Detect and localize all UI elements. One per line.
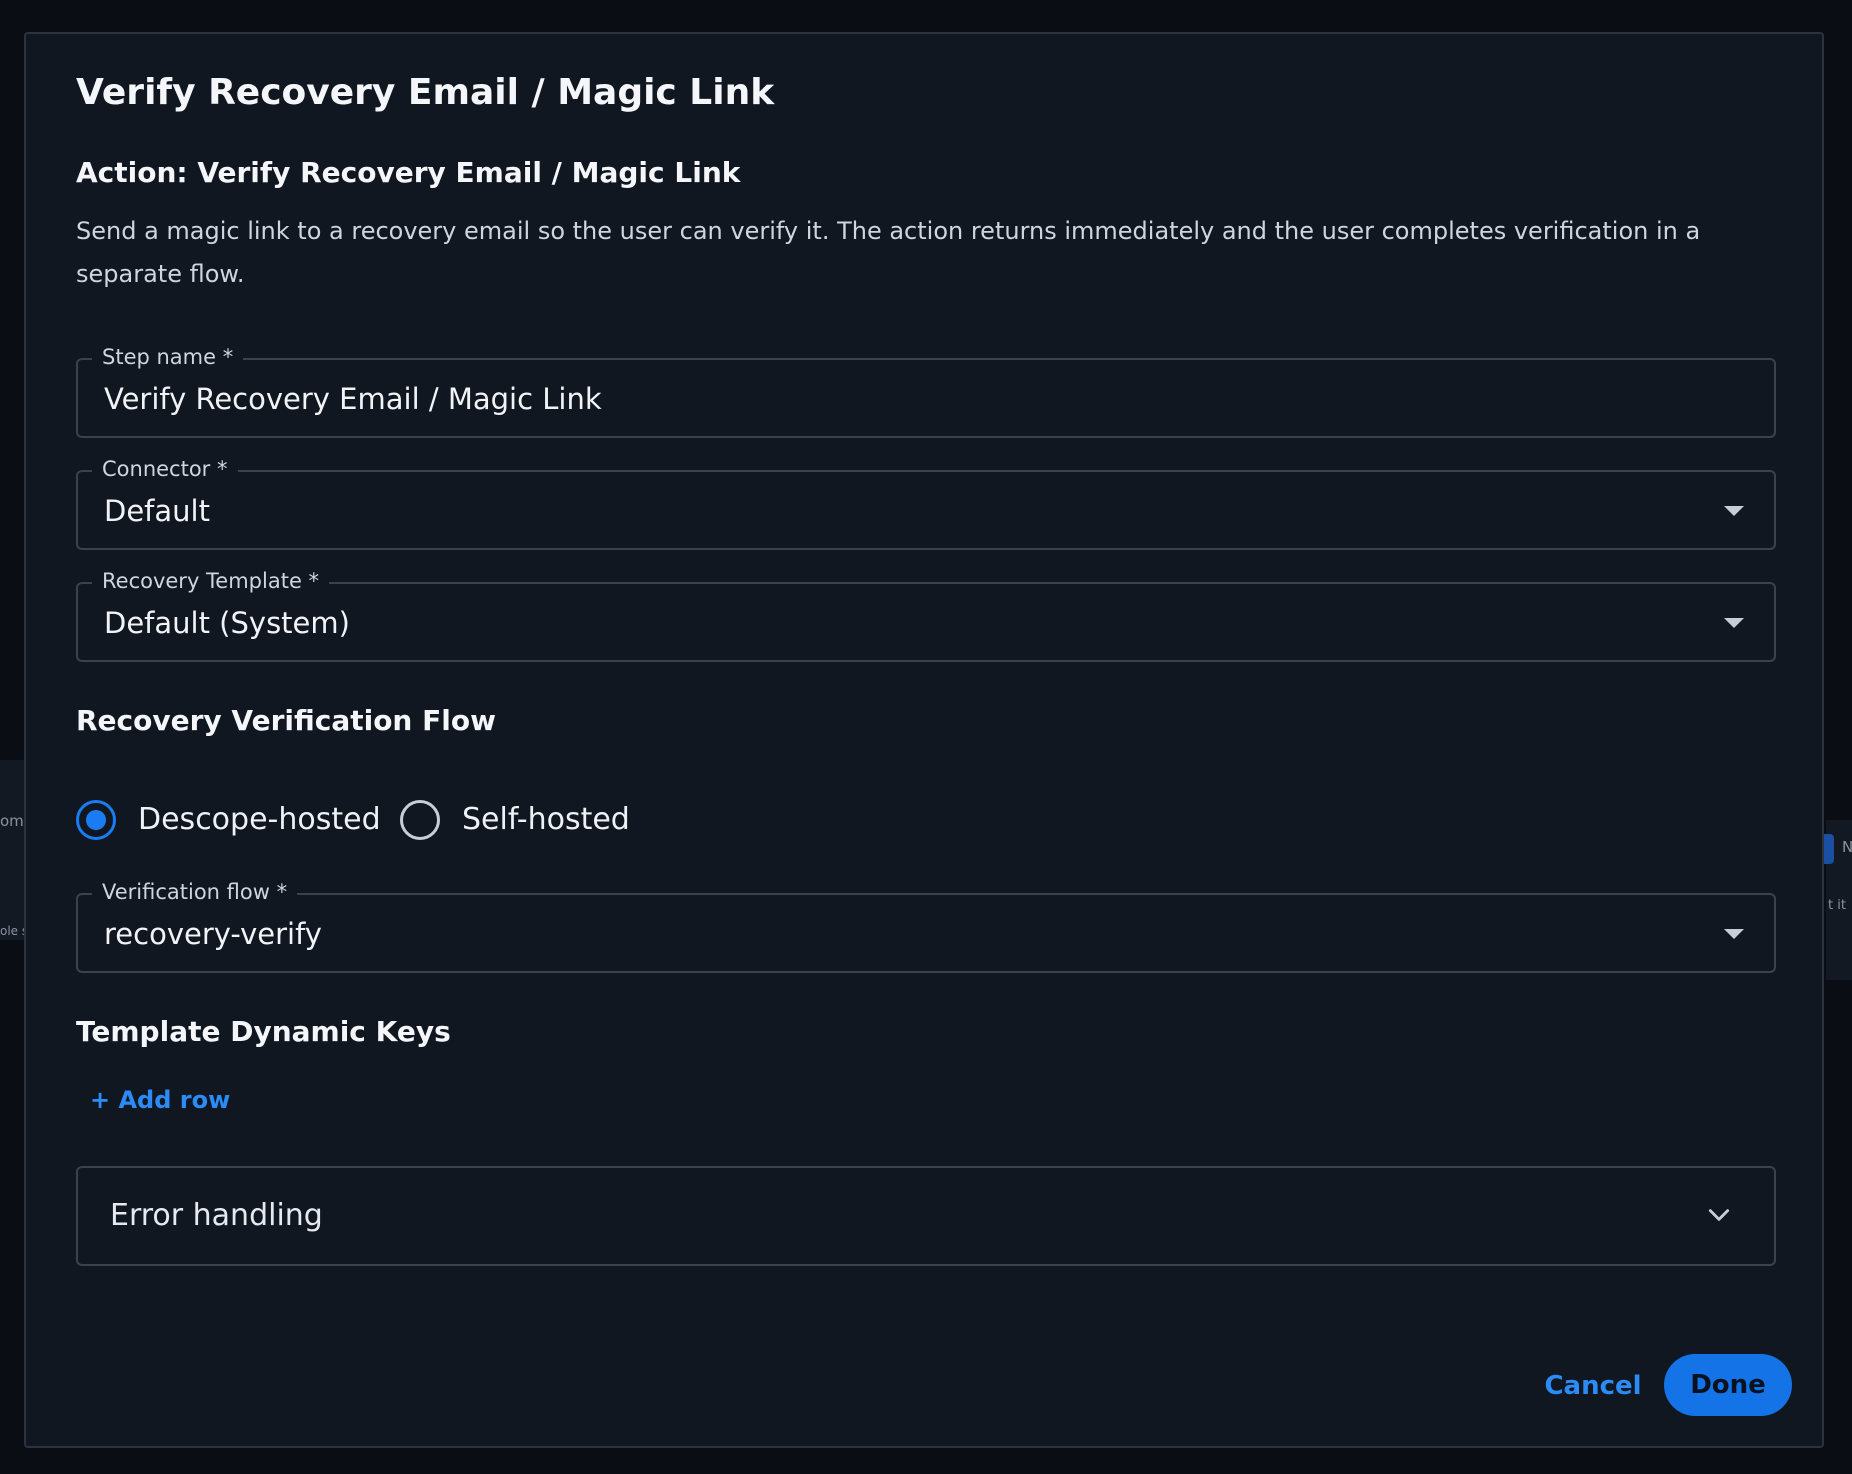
add-row-button[interactable]: + Add row [90, 1086, 230, 1114]
error-handling-accordion[interactable]: Error handling [76, 1166, 1776, 1266]
caret-down-icon[interactable] [1724, 929, 1744, 939]
radio-self-hosted-label[interactable]: Self-hosted [462, 800, 630, 840]
caret-down-icon[interactable] [1724, 506, 1744, 516]
step-name-label: Step name * [92, 340, 244, 374]
connector-select[interactable]: Connector * Default [76, 452, 1776, 550]
action-description: Send a magic link to a recovery email so… [76, 217, 1701, 288]
step-config-modal: Verify Recovery Email / Magic Link Actio… [24, 32, 1824, 1448]
dynamic-keys-title: Template Dynamic Keys [76, 1015, 451, 1048]
background-panel-left [0, 760, 24, 940]
radio-dot-icon [86, 810, 106, 830]
background-text: t it [1828, 898, 1846, 913]
background-text: N [1842, 838, 1852, 856]
step-name-field[interactable]: Step name * Verify Recovery Email / Magi… [76, 340, 1776, 438]
step-name-input[interactable]: Verify Recovery Email / Magic Link [104, 380, 602, 418]
recovery-template-value: Default (System) [104, 606, 350, 640]
radio-descope-hosted-label[interactable]: Descope-hosted [138, 800, 381, 840]
error-handling-label: Error handling [110, 1198, 323, 1233]
modal-title: Verify Recovery Email / Magic Link [76, 72, 775, 113]
connector-label: Connector * [92, 452, 238, 486]
recovery-template-label: Recovery Template * [92, 564, 330, 598]
verification-flow-select[interactable]: Verification flow * recovery-verify [76, 875, 1776, 973]
recovery-flow-title: Recovery Verification Flow [76, 704, 496, 737]
verification-flow-label: Verification flow * [92, 875, 298, 909]
done-button[interactable]: Done [1664, 1354, 1792, 1416]
connector-value: Default [104, 494, 210, 528]
action-title: Action: Verify Recovery Email / Magic Li… [76, 156, 741, 189]
radio-descope-hosted[interactable] [76, 800, 116, 840]
caret-down-icon[interactable] [1724, 618, 1744, 628]
chevron-down-icon[interactable] [1706, 1202, 1732, 1228]
recovery-template-select[interactable]: Recovery Template * Default (System) [76, 564, 1776, 662]
radio-self-hosted[interactable] [400, 800, 440, 840]
cancel-button[interactable]: Cancel [1538, 1356, 1648, 1416]
verification-flow-value: recovery-verify [104, 917, 322, 951]
